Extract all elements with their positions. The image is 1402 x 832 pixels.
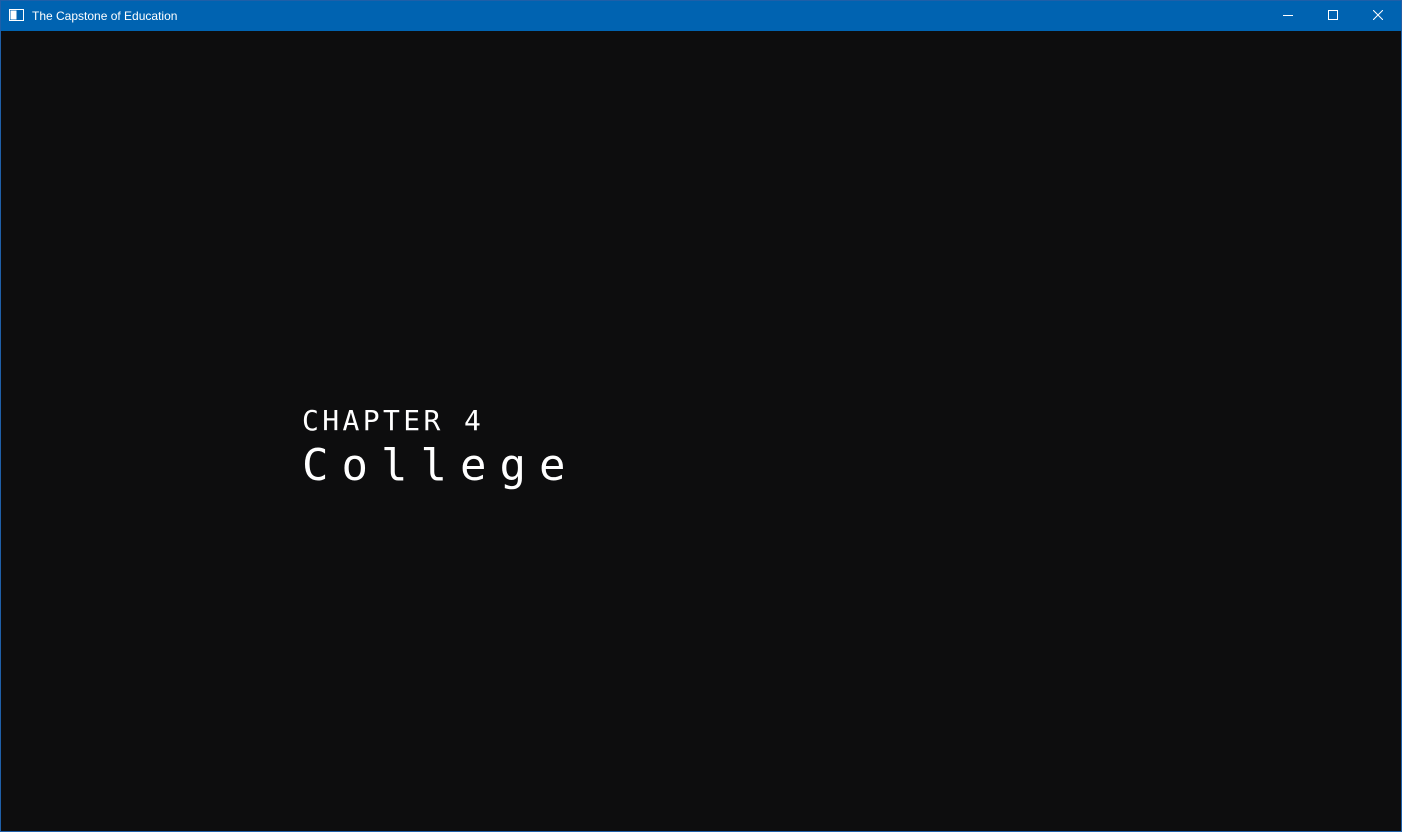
- window-title: The Capstone of Education: [32, 9, 178, 23]
- close-button[interactable]: [1355, 1, 1401, 31]
- game-screen[interactable]: CHAPTER 4 College: [1, 31, 1401, 831]
- maximize-button[interactable]: [1310, 1, 1356, 31]
- app-window-icon: [9, 9, 24, 21]
- title-bar[interactable]: The Capstone of Education: [1, 1, 1401, 31]
- chapter-title-card: CHAPTER 4 College: [302, 403, 578, 491]
- app-window: The Capstone of Education CHAPTER 4 Coll…: [0, 0, 1402, 832]
- chapter-number-label: CHAPTER 4: [302, 404, 485, 437]
- minimize-icon: [1283, 9, 1293, 23]
- maximize-icon: [1328, 9, 1338, 23]
- close-icon: [1372, 9, 1384, 23]
- chapter-title: College: [302, 440, 579, 491]
- minimize-button[interactable]: [1265, 1, 1311, 31]
